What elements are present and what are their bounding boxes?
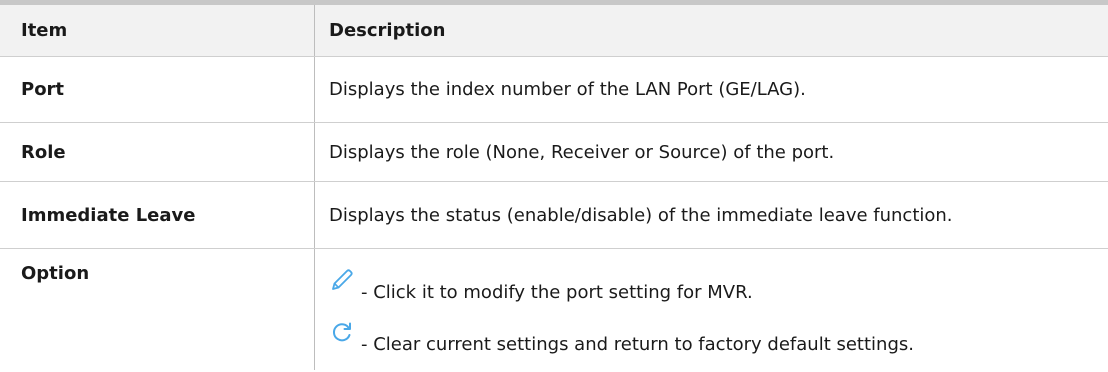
header-item: Item — [0, 5, 315, 56]
description-role: Displays the role (None, Receiver or Sou… — [329, 141, 835, 163]
table-row: Role Displays the role (None, Receiver o… — [0, 123, 1108, 182]
table-row: Immediate Leave Displays the status (ena… — [0, 182, 1108, 249]
refresh-icon — [329, 319, 357, 359]
table-header-row: Item Description — [0, 5, 1108, 57]
option-edit-line: - Click it to modify the port setting fo… — [329, 255, 753, 307]
option-edit-text: - Click it to modify the port setting fo… — [361, 282, 753, 303]
header-description: Description — [329, 20, 446, 41]
description-table: Item Description Port Displays the index… — [0, 0, 1108, 370]
description-option: - Click it to modify the port setting fo… — [315, 249, 1108, 370]
option-reset-line: - Clear current settings and return to f… — [329, 307, 914, 359]
description-immediate-leave: Displays the status (enable/disable) of … — [329, 204, 953, 226]
table-row: Port Displays the index number of the LA… — [0, 57, 1108, 123]
item-port: Port — [0, 57, 315, 122]
item-role: Role — [0, 123, 315, 181]
description-port: Displays the index number of the LAN Por… — [329, 79, 806, 100]
table-row: Option - Click it to modify the port set… — [0, 249, 1108, 370]
pencil-icon — [329, 267, 357, 307]
item-immediate-leave: Immediate Leave — [0, 182, 315, 248]
option-reset-text: - Clear current settings and return to f… — [361, 334, 914, 355]
item-option: Option — [0, 249, 315, 370]
